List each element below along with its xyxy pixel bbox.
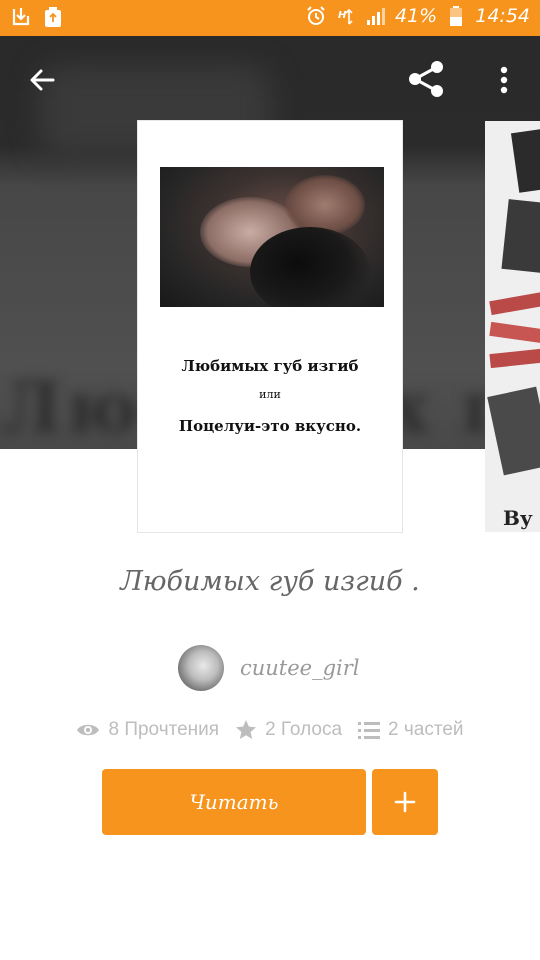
next-cover-photo-1 bbox=[510, 129, 540, 193]
story-details-screen: Любимых губ H 41% 14:54 bbox=[0, 0, 540, 960]
data-h-icon: H bbox=[335, 5, 357, 27]
more-vertical-icon bbox=[500, 66, 508, 94]
next-cover-stripe-2 bbox=[489, 321, 540, 345]
list-icon bbox=[358, 722, 381, 739]
author-name[interactable]: cuutee_girl bbox=[240, 656, 360, 680]
recycle-icon bbox=[42, 6, 64, 28]
author-row[interactable]: cuutee_girl bbox=[178, 645, 360, 691]
status-bar: H 41% 14:54 bbox=[0, 0, 540, 36]
next-cover-stripe-1 bbox=[489, 290, 540, 316]
alarm-icon bbox=[305, 5, 327, 27]
eye-icon bbox=[77, 724, 100, 736]
votes-count: 2 Голоса bbox=[265, 719, 343, 740]
cover-title-line-1: Любимых губ изгиб bbox=[181, 357, 359, 375]
next-cover-text: Ву bbox=[503, 506, 533, 530]
story-title: Любимых губ изгиб . bbox=[120, 566, 420, 597]
parts-stat: 2 частей bbox=[358, 719, 464, 741]
cover-photo-hair bbox=[250, 227, 370, 307]
reads-stat: 8 Прочтения bbox=[76, 719, 219, 741]
plus-icon bbox=[394, 791, 416, 813]
cover-title-line-2: или bbox=[259, 388, 281, 401]
share-icon bbox=[409, 61, 443, 97]
share-button[interactable] bbox=[403, 56, 449, 102]
votes-stat: 2 Голоса bbox=[235, 719, 342, 741]
book-cover[interactable]: Любимых губ изгиб или Поцелуи-это вкусно… bbox=[138, 121, 402, 532]
star-icon bbox=[236, 720, 257, 739]
cover-title-line-3: Поцелуи-это вкусно. bbox=[178, 417, 362, 435]
battery-icon bbox=[445, 5, 467, 27]
next-book-cover[interactable]: Ву bbox=[485, 121, 540, 532]
story-stats: 8 Прочтения 2 Голоса 2 частей bbox=[0, 719, 540, 741]
arrow-left-icon bbox=[30, 69, 55, 91]
add-to-library-button[interactable] bbox=[372, 769, 438, 835]
next-cover-photo-2 bbox=[501, 199, 540, 273]
back-button[interactable] bbox=[20, 58, 64, 102]
parts-count: 2 частей bbox=[388, 719, 464, 740]
svg-text:H: H bbox=[338, 10, 347, 21]
signal-icon bbox=[365, 5, 387, 27]
clock: 14:54 bbox=[475, 5, 530, 27]
read-button-label: Читать bbox=[189, 790, 279, 814]
download-icon bbox=[10, 6, 32, 28]
reads-count: 8 Прочтения bbox=[108, 719, 220, 740]
next-cover-photo-3 bbox=[487, 386, 540, 476]
status-left-icons bbox=[10, 6, 64, 28]
next-cover-stripe-3 bbox=[489, 347, 540, 369]
read-button[interactable]: Читать bbox=[102, 769, 366, 835]
cover-photo bbox=[160, 167, 384, 307]
status-right-icons: H 41% 14:54 bbox=[305, 5, 530, 27]
cover-photo-face-2 bbox=[285, 175, 365, 235]
more-button[interactable] bbox=[486, 58, 522, 102]
avatar[interactable] bbox=[178, 645, 224, 691]
battery-percent: 41% bbox=[395, 5, 438, 27]
top-app-bar bbox=[0, 36, 540, 120]
